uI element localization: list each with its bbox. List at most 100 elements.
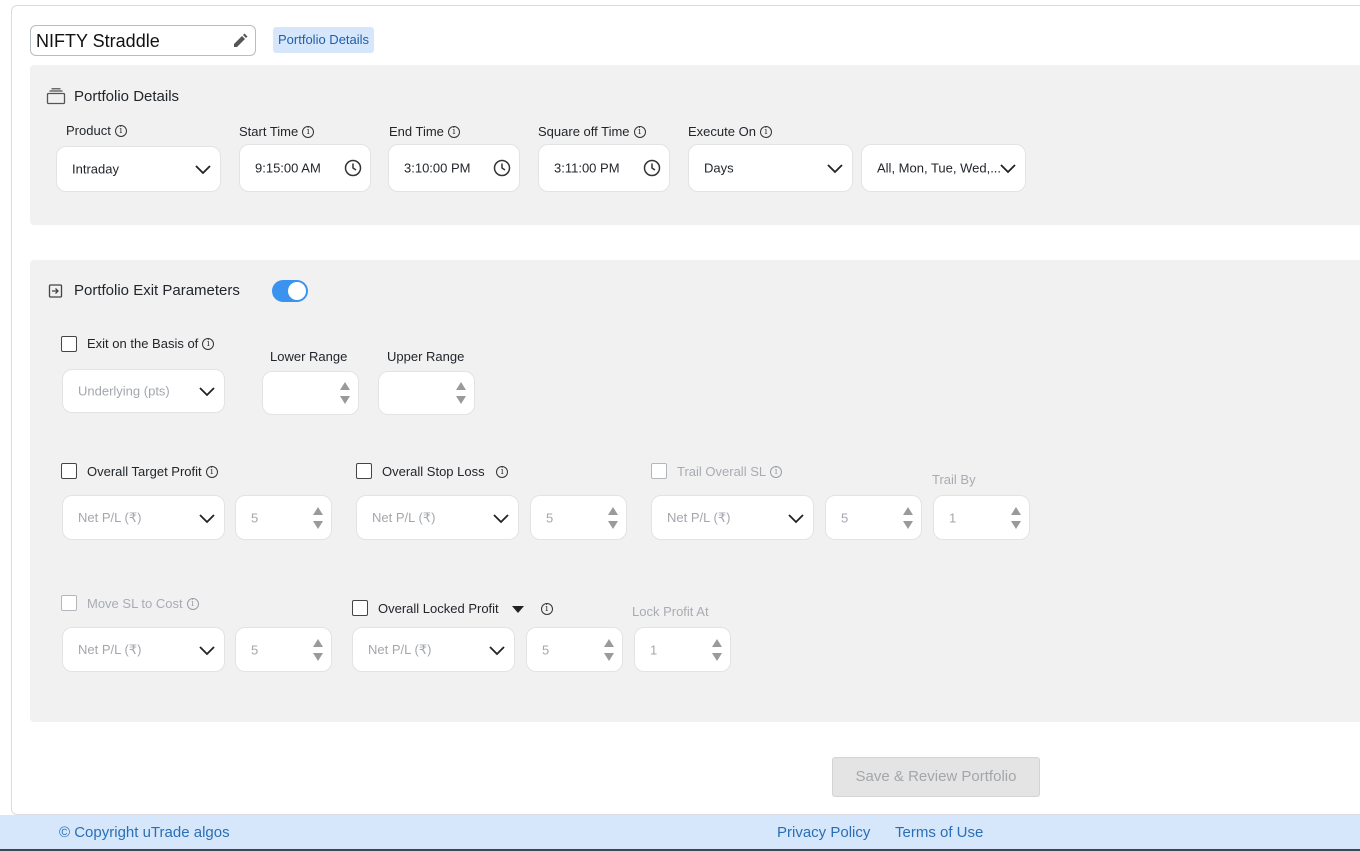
trail-by-input[interactable]: 1: [933, 495, 1030, 540]
spinner-icon[interactable]: [903, 505, 913, 531]
locked-value: 5: [542, 642, 550, 657]
privacy-policy-link[interactable]: Privacy Policy: [777, 824, 870, 841]
portfolio-details-title: Portfolio Details: [74, 88, 180, 105]
info-icon[interactable]: i: [540, 602, 553, 615]
save-review-button[interactable]: Save & Review Portfolio: [832, 757, 1040, 797]
trail-sl-label: Trail Overall SL i: [677, 464, 783, 479]
portfolio-icon: [46, 88, 66, 105]
trail-type-select[interactable]: Net P/L (₹): [651, 495, 814, 540]
copyright-link[interactable]: © Copyright uTrade algos: [59, 824, 230, 841]
chevron-down-icon: [199, 645, 215, 655]
start-time-label: Start Time i: [239, 124, 315, 139]
trail-sl-checkbox[interactable]: [651, 463, 667, 479]
square-off-label: Square off Time i: [538, 124, 646, 139]
move-sl-label: Move SL to Cost i: [87, 596, 199, 611]
lower-range-input[interactable]: [262, 371, 359, 415]
caret-down-icon[interactable]: [511, 604, 525, 614]
exit-basis-checkbox[interactable]: [61, 336, 77, 352]
info-icon[interactable]: i: [205, 465, 218, 478]
spinner-icon[interactable]: [340, 380, 350, 406]
product-select[interactable]: Intraday: [56, 146, 221, 192]
spinner-icon[interactable]: [456, 380, 466, 406]
spinner-icon[interactable]: [313, 637, 323, 663]
exit-basis-label: Exit on the Basis of i: [87, 336, 215, 351]
locked-value-input[interactable]: 5: [526, 627, 623, 672]
chevron-down-icon: [199, 387, 215, 397]
move-sl-value: 5: [251, 642, 259, 657]
lock-profit-at-input[interactable]: 1: [634, 627, 731, 672]
clock-icon[interactable]: [493, 159, 511, 177]
end-time-input[interactable]: 3:10:00 PM: [388, 144, 520, 192]
move-sl-checkbox[interactable]: [61, 595, 77, 611]
exit-parameters-title: Portfolio Exit Parameters: [74, 282, 240, 299]
end-time-value: 3:10:00 PM: [404, 160, 471, 176]
locked-type-select[interactable]: Net P/L (₹): [352, 627, 515, 672]
info-icon[interactable]: i: [186, 597, 199, 610]
move-sl-type-value: Net P/L (₹): [78, 641, 142, 657]
portfolio-name: NIFTY Straddle: [36, 31, 160, 51]
chevron-down-icon: [199, 513, 215, 523]
execute-on-label: Execute On i: [688, 124, 772, 139]
upper-range-input[interactable]: [378, 371, 475, 415]
lock-profit-at-label: Lock Profit At: [632, 604, 709, 619]
stop-loss-label: Overall Stop Loss i: [382, 464, 509, 479]
exit-basis-value: Underlying (pts): [78, 383, 170, 399]
clock-icon[interactable]: [344, 159, 362, 177]
chevron-down-icon: [489, 645, 505, 655]
clock-icon[interactable]: [643, 159, 661, 177]
stop-loss-value-input[interactable]: 5: [530, 495, 627, 540]
spinner-icon[interactable]: [313, 505, 323, 531]
target-type-select[interactable]: Net P/L (₹): [62, 495, 225, 540]
target-value-input[interactable]: 5: [235, 495, 332, 540]
exit-icon: [48, 284, 63, 298]
info-icon[interactable]: i: [302, 125, 315, 138]
chevron-down-icon: [195, 165, 211, 175]
square-off-input[interactable]: 3:11:00 PM: [538, 144, 670, 192]
stop-loss-checkbox[interactable]: [356, 463, 372, 479]
exit-parameters-toggle[interactable]: [272, 280, 308, 302]
square-off-value: 3:11:00 PM: [554, 160, 620, 176]
info-icon[interactable]: i: [759, 125, 772, 138]
upper-range-label: Upper Range: [387, 349, 465, 364]
portfolio-name-field[interactable]: NIFTY Straddle: [30, 25, 256, 56]
spinner-icon[interactable]: [1011, 505, 1021, 531]
trail-value-input[interactable]: 5: [825, 495, 922, 540]
lower-range-label: Lower Range: [270, 349, 348, 364]
footer: © Copyright uTrade algos Privacy Policy …: [0, 815, 1360, 851]
edit-pencil-icon[interactable]: [231, 32, 249, 50]
portfolio-details-tag[interactable]: Portfolio Details: [273, 27, 375, 53]
start-time-value: 9:15:00 AM: [255, 160, 321, 176]
trail-value: 5: [841, 510, 849, 525]
stop-loss-type-value: Net P/L (₹): [372, 509, 436, 525]
execute-on-value: Days: [704, 160, 734, 176]
info-icon[interactable]: i: [633, 125, 646, 138]
chevron-down-icon: [493, 513, 509, 523]
stop-loss-value: 5: [546, 510, 554, 525]
end-time-label: End Time i: [389, 124, 460, 139]
info-icon[interactable]: i: [496, 465, 509, 478]
info-icon[interactable]: i: [202, 337, 215, 350]
info-icon[interactable]: i: [114, 124, 127, 137]
info-icon[interactable]: i: [447, 125, 460, 138]
trail-by-value: 1: [949, 510, 957, 525]
target-profit-checkbox[interactable]: [61, 463, 77, 479]
spinner-icon[interactable]: [712, 637, 722, 663]
move-sl-type-select[interactable]: Net P/L (₹): [62, 627, 225, 672]
info-icon[interactable]: i: [770, 465, 783, 478]
stop-loss-type-select[interactable]: Net P/L (₹): [356, 495, 519, 540]
target-profit-label: Overall Target Profit i: [87, 464, 218, 479]
target-value: 5: [251, 510, 259, 525]
product-label: Product i: [66, 123, 127, 138]
chevron-down-icon: [827, 164, 843, 174]
spinner-icon[interactable]: [608, 505, 618, 531]
terms-of-use-link[interactable]: Terms of Use: [895, 824, 983, 841]
locked-profit-checkbox[interactable]: [352, 600, 368, 616]
exit-basis-select[interactable]: Underlying (pts): [62, 369, 225, 413]
target-type-value: Net P/L (₹): [78, 509, 142, 525]
move-sl-value-input[interactable]: 5: [235, 627, 332, 672]
lock-profit-at-value: 1: [650, 642, 658, 657]
spinner-icon[interactable]: [604, 637, 614, 663]
execute-on-select[interactable]: Days: [688, 144, 853, 192]
start-time-input[interactable]: 9:15:00 AM: [239, 144, 371, 192]
days-select[interactable]: All, Mon, Tue, Wed,...: [861, 144, 1026, 192]
